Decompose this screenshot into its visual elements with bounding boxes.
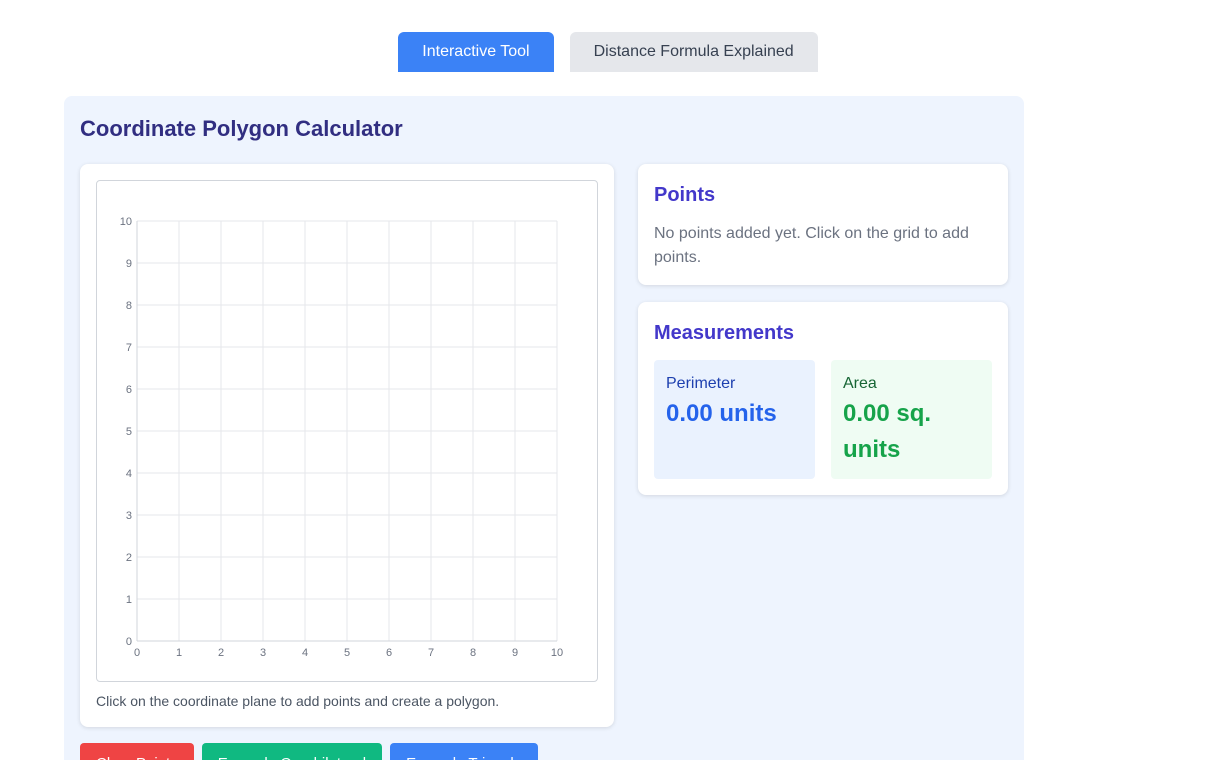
tab-interactive-tool[interactable]: Interactive Tool bbox=[398, 32, 554, 72]
x-tick-label: 1 bbox=[176, 647, 182, 659]
clear-points-button[interactable]: Clear Points bbox=[80, 743, 194, 760]
y-tick-label: 7 bbox=[126, 342, 132, 354]
example-quadrilateral-button[interactable]: Example Quadrilateral bbox=[201, 743, 383, 760]
x-tick-label: 8 bbox=[470, 647, 476, 659]
y-tick-label: 6 bbox=[126, 384, 132, 396]
y-tick-label: 5 bbox=[126, 426, 132, 438]
x-tick-label: 4 bbox=[302, 647, 308, 659]
tool-panel: Coordinate Polygon Calculator 0 1 2 3 4 5 6 7 8 9… bbox=[64, 96, 1024, 760]
y-tick-label: 3 bbox=[126, 510, 132, 522]
points-card: Points No points added yet. Click on the… bbox=[638, 164, 1008, 285]
x-tick-label: 3 bbox=[260, 647, 266, 659]
canvas-help-text: Click on the coordinate plane to add poi… bbox=[96, 693, 500, 709]
points-empty-text: No points added yet. Click on the grid t… bbox=[654, 225, 969, 266]
x-tick-label: 2 bbox=[218, 647, 224, 659]
x-tick-label: 0 bbox=[134, 647, 140, 659]
y-tick-label: 1 bbox=[126, 594, 132, 606]
y-tick-label: 0 bbox=[126, 636, 132, 648]
action-buttons: Clear Points Example Quadrilateral Examp… bbox=[80, 743, 539, 760]
perimeter-label: Perimeter bbox=[666, 375, 736, 392]
coordinate-plane[interactable]: 0 1 2 3 4 5 6 7 8 9 10 0 1 2 3 4 5 6 7 8 9 10 bbox=[96, 180, 598, 682]
tab-distance-formula[interactable]: Distance Formula Explained bbox=[569, 32, 818, 72]
x-tick-label: 6 bbox=[386, 647, 392, 659]
page-title: Coordinate Polygon Calculator bbox=[80, 116, 403, 141]
perimeter-box: Perimeter 0.00 units bbox=[654, 360, 815, 479]
x-tick-label: 5 bbox=[344, 647, 350, 659]
area-value: 0.00 sq. units bbox=[843, 400, 932, 463]
x-tick-label: 9 bbox=[512, 647, 518, 659]
example-triangle-button[interactable]: Example Triangle bbox=[390, 743, 539, 760]
x-tick-label: 7 bbox=[428, 647, 434, 659]
perimeter-value: 0.00 units bbox=[666, 400, 777, 427]
y-tick-label: 9 bbox=[126, 258, 132, 270]
area-box: Area 0.00 sq. units bbox=[831, 360, 992, 479]
y-tick-label: 8 bbox=[126, 300, 132, 312]
tab-bar: Interactive Tool Distance Formula Explai… bbox=[0, 32, 1216, 72]
grid-svg[interactable]: 0 1 2 3 4 5 6 7 8 9 10 0 1 2 3 4 5 6 7 8 9 10 bbox=[97, 181, 597, 681]
y-tick-label: 2 bbox=[126, 552, 132, 564]
measurements-card: Measurements Perimeter 0.00 units Area 0… bbox=[638, 302, 1008, 495]
measurements-title: Measurements bbox=[654, 322, 795, 344]
x-tick-label: 10 bbox=[551, 647, 563, 659]
area-label: Area bbox=[843, 375, 877, 392]
coordinate-plane-card: 0 1 2 3 4 5 6 7 8 9 10 0 1 2 3 4 5 6 7 8 9 10 Click on the co… bbox=[80, 164, 614, 727]
y-tick-label: 4 bbox=[126, 468, 132, 480]
points-title: Points bbox=[654, 184, 716, 206]
y-tick-label: 10 bbox=[120, 216, 132, 228]
